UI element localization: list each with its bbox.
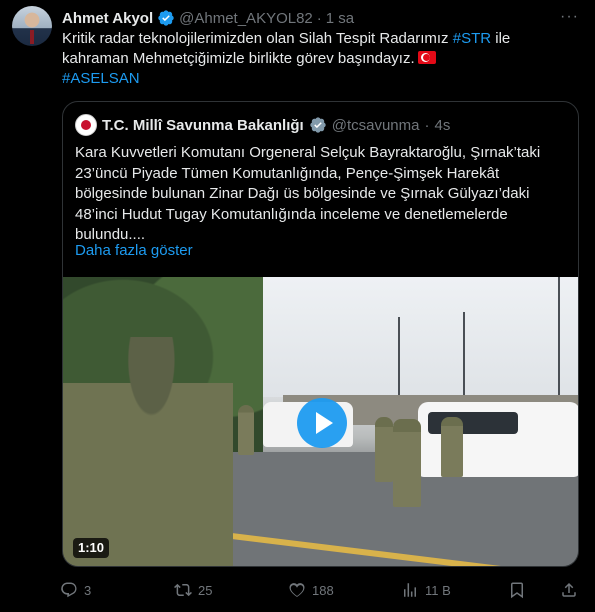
reply-button[interactable]: 3: [60, 577, 91, 603]
quote-text-line: Kara Kuvvetleri Komutanı Orgeneral Selçu…: [75, 144, 541, 161]
play-icon[interactable]: [296, 397, 347, 448]
quote-author-name[interactable]: T.C. Millî Savunma Bakanlığı: [102, 117, 304, 134]
reply-icon: [61, 582, 77, 598]
tweet-time[interactable]: 1 sa: [326, 10, 354, 27]
author-handle[interactable]: @Ahmet_AKYOL82: [179, 10, 313, 27]
repost-icon: [174, 583, 192, 597]
video-sky: [253, 277, 578, 397]
gray-verified-badge-icon[interactable]: [309, 116, 327, 134]
share-icon: [562, 582, 576, 597]
video-player[interactable]: 1:10: [63, 277, 578, 566]
video-soldier: [238, 405, 254, 455]
author-avatar[interactable]: [12, 6, 52, 46]
bookmark-icon: [511, 582, 523, 599]
quote-text-line: bölgesinde bulunan Zinar Dağı üs bölgesi…: [75, 185, 530, 202]
flagpole: [398, 317, 400, 407]
quote-author-avatar[interactable]: [75, 114, 97, 136]
video-saluting-soldier: [63, 337, 233, 566]
like-button[interactable]: 188: [288, 577, 334, 603]
quote-header: T.C. Millî Savunma Bakanlığı @tcsavunma …: [75, 114, 450, 136]
repost-count: 25: [198, 582, 213, 598]
hashtag-str-link[interactable]: #STR: [453, 30, 491, 47]
reply-count: 3: [84, 582, 92, 598]
quoted-tweet[interactable]: T.C. Millî Savunma Bakanlığı @tcsavunma …: [62, 101, 579, 567]
flagpole: [558, 277, 560, 407]
quote-text-line: 23’üncü Piyade Tümen Komutanlığında, Pen…: [75, 164, 500, 182]
tweet-text-after-hashtag: ile: [491, 30, 511, 47]
separator-dot: ·: [316, 9, 322, 27]
views-button[interactable]: 11 B: [401, 577, 451, 603]
turkish-flag-icon: [417, 51, 436, 64]
quote-text: Kara Kuvvetleri Komutanı Orgeneral Selçu…: [75, 143, 570, 246]
share-button[interactable]: [560, 577, 578, 603]
tweet-text-line-2: kahraman Mehmetçiğimizle birlikte görev …: [62, 50, 415, 67]
show-more-link[interactable]: Daha fazla göster: [75, 242, 193, 259]
bookmark-button[interactable]: [508, 577, 526, 603]
video-soldier: [441, 417, 463, 477]
quote-time[interactable]: 4s: [434, 117, 450, 134]
like-count: 188: [312, 582, 334, 598]
author-name[interactable]: Ahmet Akyol: [62, 10, 153, 27]
video-duration: 1:10: [73, 538, 110, 558]
flagpole: [463, 312, 465, 407]
tweet-text: Kritik radar teknolojilerimizden olan Si…: [62, 29, 577, 89]
views-count: 11 B: [425, 582, 451, 598]
hashtag-aselsan-link[interactable]: #ASELSAN: [62, 70, 140, 87]
quote-text-line: 48’inci Hudut Tugay Komutanlığında incel…: [75, 205, 508, 223]
more-icon[interactable]: ···: [560, 8, 579, 26]
quote-separator-dot: ·: [424, 116, 430, 134]
views-icon: [404, 583, 416, 597]
repost-button[interactable]: 25: [174, 577, 212, 603]
video-soldier: [375, 417, 393, 482]
action-bar: 3 25 188 11 B: [56, 577, 583, 603]
tweet-text-line-1: Kritik radar teknolojilerimizden olan Si…: [62, 30, 449, 47]
verified-badge-icon[interactable]: [157, 9, 175, 27]
like-icon: [289, 583, 305, 597]
tweet[interactable]: Ahmet Akyol @Ahmet_AKYOL82 · 1 sa ··· Kr…: [0, 0, 595, 612]
video-soldier: [393, 419, 421, 507]
tweet-header: Ahmet Akyol @Ahmet_AKYOL82 · 1 sa: [62, 8, 354, 28]
quote-author-handle[interactable]: @tcsavunma: [332, 117, 420, 134]
